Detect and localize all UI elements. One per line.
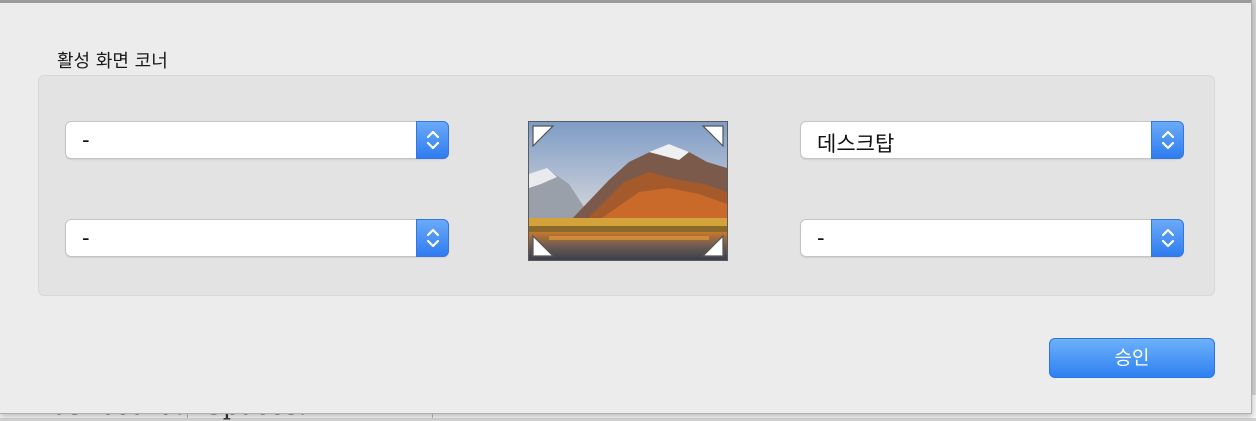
popup-value: - bbox=[82, 226, 90, 250]
bottom-right-corner-popup[interactable]: - bbox=[800, 219, 1184, 257]
hot-corners-sheet: 활성 화면 코너 - - 데스크탑 - 승인 bbox=[0, 0, 1252, 414]
corner-triangle-icon bbox=[702, 125, 724, 147]
desktop-preview-icon bbox=[528, 121, 728, 261]
popup-value: - bbox=[82, 128, 90, 152]
popup-value: 데스크탑 bbox=[817, 132, 895, 156]
popup-stepper-icon[interactable] bbox=[416, 219, 449, 257]
top-left-corner-popup[interactable]: - bbox=[65, 121, 449, 159]
top-right-corner-popup[interactable]: 데스크탑 bbox=[800, 121, 1184, 159]
section-title: 활성 화면 코너 bbox=[57, 51, 168, 72]
ok-button[interactable]: 승인 bbox=[1049, 338, 1215, 378]
bottom-left-corner-popup[interactable]: - bbox=[65, 219, 449, 257]
popup-stepper-icon[interactable] bbox=[416, 121, 449, 159]
corner-triangle-icon bbox=[702, 235, 724, 257]
corner-triangle-icon bbox=[532, 235, 554, 257]
popup-stepper-icon[interactable] bbox=[1151, 219, 1184, 257]
popup-stepper-icon[interactable] bbox=[1151, 121, 1184, 159]
popup-value: - bbox=[817, 226, 825, 250]
corner-triangle-icon bbox=[532, 125, 554, 147]
